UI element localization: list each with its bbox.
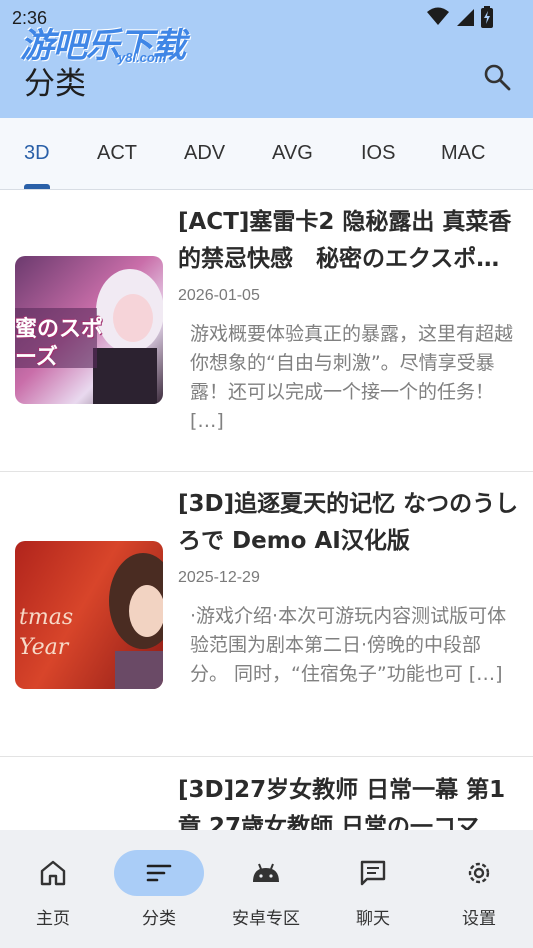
post-title[interactable]: [ACT]塞雷卡2 隐秘露出 真菜香的禁忌快感 秘密のエクスポ… (178, 204, 522, 278)
search-icon (484, 64, 511, 91)
nav-item-settings[interactable]: 设置 (426, 830, 532, 948)
post-card[interactable]: [3D]27岁女教师 日常一幕 第1章 27歳女教師 日常の一コマ 手… (0, 757, 533, 830)
post-card[interactable]: tmas Year [3D]追逐夏天的记忆 なつのうしろで Demo AI汉化版… (0, 472, 533, 757)
nav-label: 安卓专区 (232, 909, 300, 929)
page-title: 分类 (24, 66, 86, 102)
tab-ios[interactable]: IOS (361, 118, 395, 188)
nav-label: 聊天 (356, 909, 390, 929)
tab-avg[interactable]: AVG (272, 118, 313, 188)
post-card[interactable]: 蜜のスポーズ [ACT]塞雷卡2 隐秘露出 真菜香的禁忌快感 秘密のエクスポ… … (0, 190, 533, 472)
chat-icon (360, 860, 386, 886)
post-thumbnail[interactable]: tmas Year (15, 541, 163, 689)
nav-label: 设置 (462, 909, 496, 929)
battery-icon (481, 6, 493, 28)
nav-label: 主页 (36, 909, 70, 929)
status-icons (427, 6, 493, 28)
tab-indicator (24, 184, 50, 189)
tab-adv[interactable]: ADV (184, 118, 225, 188)
wifi-icon (427, 7, 449, 25)
tab-3d[interactable]: 3D (24, 118, 50, 188)
post-date: 2025-12-29 (178, 569, 260, 586)
watermark-logo-sub: y8l.com (118, 50, 167, 65)
android-icon (253, 863, 279, 882)
search-button[interactable] (476, 56, 518, 98)
post-thumbnail[interactable]: 蜜のスポーズ (15, 256, 163, 404)
post-excerpt: ·游戏介绍·本次可游玩内容测试版可体验范围为剧本第二日·傍晚的中段部分。 同时，… (190, 605, 507, 685)
home-icon (40, 860, 66, 886)
post-title[interactable]: [3D]27岁女教师 日常一幕 第1章 27歳女教師 日常の一コマ 手… (178, 772, 522, 830)
category-tabs: 3D ACT ADV AVG IOS MAC (0, 118, 533, 190)
tab-mac[interactable]: MAC (441, 118, 485, 188)
settings-icon (468, 862, 490, 884)
sort-icon (146, 864, 172, 882)
nav-label: 分类 (142, 909, 176, 929)
post-title[interactable]: [3D]追逐夏天的记忆 なつのうしろで Demo AI汉化版 (178, 486, 522, 560)
nav-item-category[interactable]: 分类 (106, 830, 212, 948)
tab-act[interactable]: ACT (97, 118, 137, 188)
post-excerpt: 游戏概要体验真正的暴露，这里有超越你想象的“自由与刺激”。尽情享受暴露！还可以完… (190, 323, 514, 432)
post-date: 2026-01-05 (178, 287, 260, 304)
bottom-navigation: 主页 分类 安卓专区 聊天 设置 (0, 830, 533, 948)
nav-item-home[interactable]: 主页 (0, 830, 106, 948)
nav-item-android[interactable]: 安卓专区 (213, 830, 319, 948)
thumbnail-caption: tmas Year (19, 605, 74, 660)
app-bar: 2:36 游吧乐下载 y8l.com 分类 (0, 0, 533, 118)
signal-icon (457, 9, 474, 26)
thumbnail-caption: 蜜のスポーズ (15, 317, 104, 370)
post-list: 蜜のスポーズ [ACT]塞雷卡2 隐秘露出 真菜香的禁忌快感 秘密のエクスポ… … (0, 190, 533, 830)
nav-item-chat[interactable]: 聊天 (320, 830, 426, 948)
